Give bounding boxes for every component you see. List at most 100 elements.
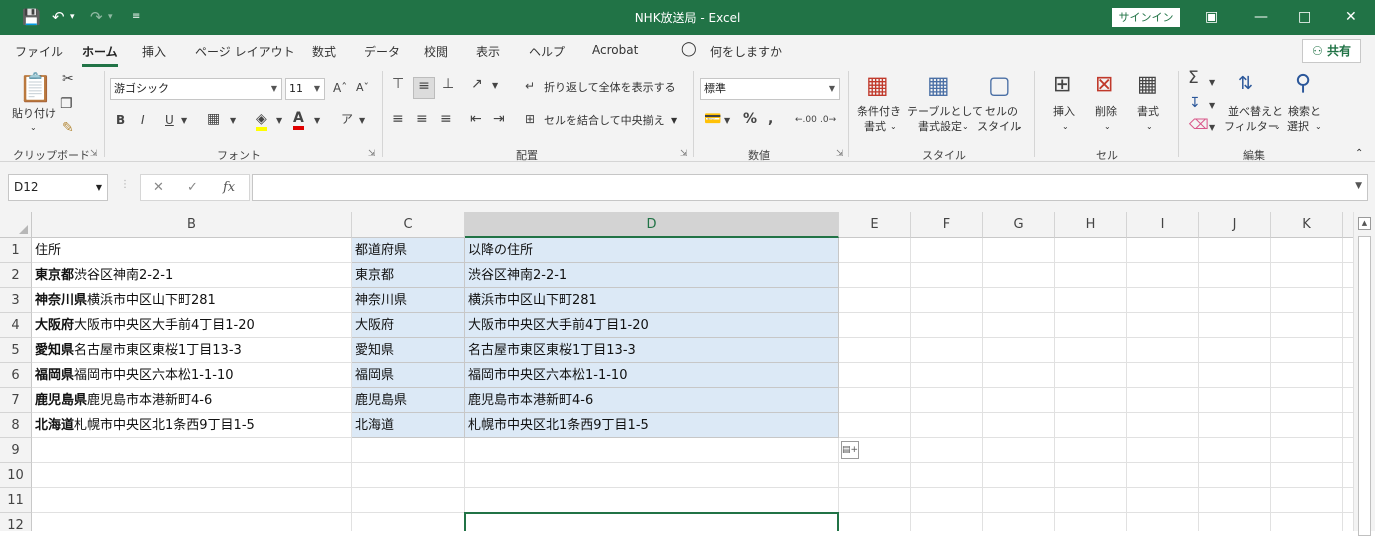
row-header[interactable]: 2 [0, 263, 32, 288]
empty-cell[interactable] [1271, 263, 1343, 288]
align-top-icon[interactable]: ⊤ [392, 76, 404, 92]
cell-d[interactable] [465, 488, 839, 513]
cell-b[interactable] [32, 463, 352, 488]
row-header[interactable]: 4 [0, 313, 32, 338]
cell-b[interactable]: 大阪府大阪市中央区大手前4丁目1-20 [32, 313, 352, 338]
empty-cell[interactable] [839, 488, 911, 513]
empty-cell[interactable] [983, 463, 1055, 488]
ribbon-display-options-icon[interactable]: ▣ [1205, 8, 1218, 26]
empty-cell[interactable] [911, 513, 983, 531]
sort-filter-icon[interactable]: ⇅ [1238, 71, 1253, 97]
cell-b[interactable]: 福岡県福岡市中央区六本松1-1-10 [32, 363, 352, 388]
underline-dropdown-icon[interactable]: ▼ [181, 113, 187, 129]
conditional-formatting-icon[interactable]: ▦ [866, 71, 889, 99]
cell-d[interactable]: 横浜市中区山下町281 [465, 288, 839, 313]
insert-dropdown-icon[interactable]: ⌄ [1062, 120, 1069, 134]
align-center-icon[interactable]: ≡ [416, 111, 428, 127]
empty-cell[interactable] [1199, 438, 1271, 463]
cell-c[interactable]: 東京都 [352, 263, 465, 288]
empty-cell[interactable] [983, 438, 1055, 463]
cell-c[interactable] [352, 438, 465, 463]
row-header[interactable]: 7 [0, 388, 32, 413]
phonetic-guide-icon[interactable]: ア [341, 111, 353, 127]
autosum-dropdown-icon[interactable]: ▼ [1209, 75, 1215, 91]
empty-cell[interactable] [983, 313, 1055, 338]
empty-cell[interactable] [983, 338, 1055, 363]
tab-review[interactable]: 校閲 [424, 43, 448, 60]
column-header-b[interactable]: B [32, 212, 352, 238]
empty-cell[interactable] [983, 488, 1055, 513]
select-all-button[interactable] [0, 212, 32, 238]
empty-cell[interactable] [911, 238, 983, 263]
conditional-formatting-button[interactable]: 条件付き [857, 105, 901, 119]
cancel-icon[interactable]: ✕ [153, 180, 164, 195]
cell-b[interactable]: 愛知県名古屋市東区東桜1丁目13-3 [32, 338, 352, 363]
empty-cell[interactable] [1271, 513, 1343, 531]
clear-dropdown-icon[interactable]: ▼ [1209, 120, 1215, 136]
cell-b[interactable]: 北海道札幌市中央区北1条西9丁目1-5 [32, 413, 352, 438]
column-header-f[interactable]: F [911, 212, 983, 238]
borders-dropdown-icon[interactable]: ▼ [230, 113, 236, 129]
cell-c[interactable] [352, 488, 465, 513]
empty-cell[interactable] [1055, 413, 1127, 438]
cell-b[interactable]: 住所 [32, 238, 352, 263]
empty-cell[interactable] [1343, 513, 1353, 531]
row-header[interactable]: 5 [0, 338, 32, 363]
column-header-g[interactable]: G [983, 212, 1055, 238]
bold-button[interactable]: B [116, 112, 125, 128]
maximize-icon[interactable]: □ [1298, 8, 1311, 26]
empty-cell[interactable] [1343, 238, 1353, 263]
cell-c[interactable]: 北海道 [352, 413, 465, 438]
empty-cell[interactable] [983, 288, 1055, 313]
paste-icon[interactable]: 📋 [18, 73, 53, 103]
empty-cell[interactable] [1199, 513, 1271, 531]
font-launcher-icon[interactable]: ⇲ [368, 149, 376, 159]
clear-icon[interactable]: ⌫ [1189, 117, 1209, 133]
column-header-j[interactable]: J [1199, 212, 1271, 238]
tab-help[interactable]: ヘルプ [529, 43, 565, 60]
sort-dropdown-icon[interactable]: ⌄ [1274, 120, 1281, 134]
cell-c[interactable]: 神奈川県 [352, 288, 465, 313]
share-button[interactable]: ⚇ 共有 [1302, 39, 1361, 63]
delete-cells-icon[interactable]: ⊠ [1095, 71, 1113, 99]
fill-dropdown-icon[interactable]: ▼ [1209, 98, 1215, 114]
empty-cell[interactable] [1343, 463, 1353, 488]
font-color-icon[interactable]: A [293, 110, 304, 130]
paste-dropdown-icon[interactable]: ⌄ [30, 121, 37, 135]
empty-cell[interactable] [1127, 438, 1199, 463]
orientation-dropdown-icon[interactable]: ▼ [492, 78, 498, 94]
number-format-dropdown[interactable]: 標準 ▼ [700, 78, 840, 100]
empty-cell[interactable] [839, 413, 911, 438]
empty-cell[interactable] [1271, 463, 1343, 488]
insert-cells-icon[interactable]: ⊞ [1053, 71, 1071, 99]
empty-cell[interactable] [1199, 463, 1271, 488]
formula-input[interactable]: ▼ [252, 174, 1368, 201]
empty-cell[interactable] [1055, 388, 1127, 413]
empty-cell[interactable] [911, 338, 983, 363]
format-painter-icon[interactable]: ✎ [62, 120, 74, 136]
empty-cell[interactable] [1127, 388, 1199, 413]
accounting-dropdown-icon[interactable]: ▼ [724, 113, 730, 129]
accounting-format-icon[interactable]: 💳 [704, 111, 721, 127]
empty-cell[interactable] [1199, 488, 1271, 513]
empty-cell[interactable] [1199, 338, 1271, 363]
find-select-button[interactable]: 検索と [1288, 105, 1321, 119]
cell-d[interactable] [465, 463, 839, 488]
format-as-table-button[interactable]: テーブルとして [907, 105, 983, 119]
row-header[interactable]: 6 [0, 363, 32, 388]
tab-file[interactable]: ファイル [15, 43, 63, 60]
number-launcher-icon[interactable]: ⇲ [836, 149, 844, 159]
empty-cell[interactable] [1127, 238, 1199, 263]
empty-cell[interactable] [1127, 313, 1199, 338]
find-select-icon[interactable]: ⚲ [1295, 71, 1311, 97]
insert-cells-button[interactable]: 挿入 [1053, 105, 1075, 119]
cell-b[interactable]: 神奈川県横浜市中区山下町281 [32, 288, 352, 313]
format-dropdown-icon[interactable]: ⌄ [1146, 120, 1153, 134]
fill-icon[interactable]: ↧ [1189, 95, 1201, 111]
empty-cell[interactable] [1271, 363, 1343, 388]
collapse-ribbon-icon[interactable]: ⌃ [1355, 147, 1363, 161]
empty-cell[interactable] [1127, 488, 1199, 513]
phonetic-dropdown-icon[interactable]: ▼ [359, 113, 365, 129]
empty-cell[interactable] [839, 513, 911, 531]
empty-cell[interactable] [1271, 288, 1343, 313]
